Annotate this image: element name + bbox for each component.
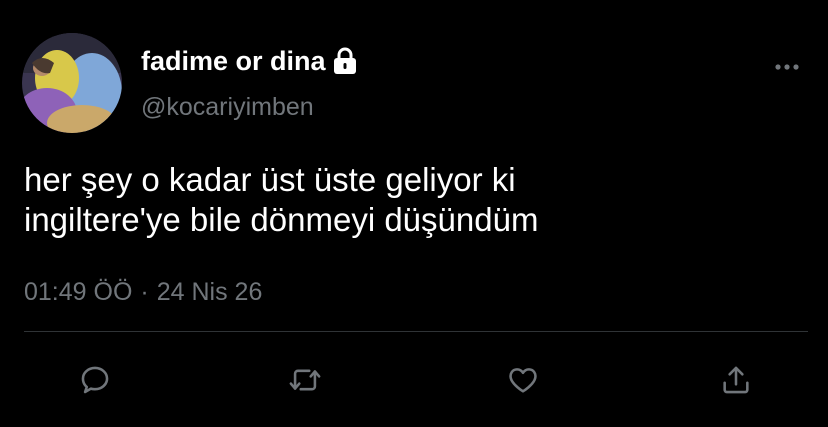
tweet-timestamp[interactable]: 01:49 ÖÖ · 24 Nis 26 [24,277,262,307]
share-icon [723,366,749,394]
tweet-text-line: her şey o kadar üst üste geliyor ki [24,161,516,198]
user-handle[interactable]: @kocariyimben [141,92,314,122]
display-name-row[interactable]: fadime or dina [141,45,358,77]
retweet-button[interactable] [285,360,325,400]
retweet-icon [289,369,321,391]
divider [24,331,808,332]
tweet-text: her şey o kadar üst üste geliyor ki ingi… [24,160,804,240]
avatar[interactable] [22,33,122,133]
action-bar [0,360,828,400]
avatar-photo [22,33,122,133]
lock-icon [332,47,358,75]
tweet-date[interactable]: 24 Nis 26 [157,278,263,306]
tweet-time[interactable]: 01:49 ÖÖ [24,278,132,306]
more-options-icon[interactable] [774,60,800,74]
reply-button[interactable] [75,360,115,400]
timestamp-separator: · [140,278,149,306]
like-button[interactable] [503,360,543,400]
like-icon [509,368,537,393]
tweet-text-line: ingiltere'ye bile dönmeyi düşündüm [24,201,539,238]
reply-icon [81,366,109,394]
share-button[interactable] [716,360,756,400]
display-name[interactable]: fadime or dina [141,45,326,77]
